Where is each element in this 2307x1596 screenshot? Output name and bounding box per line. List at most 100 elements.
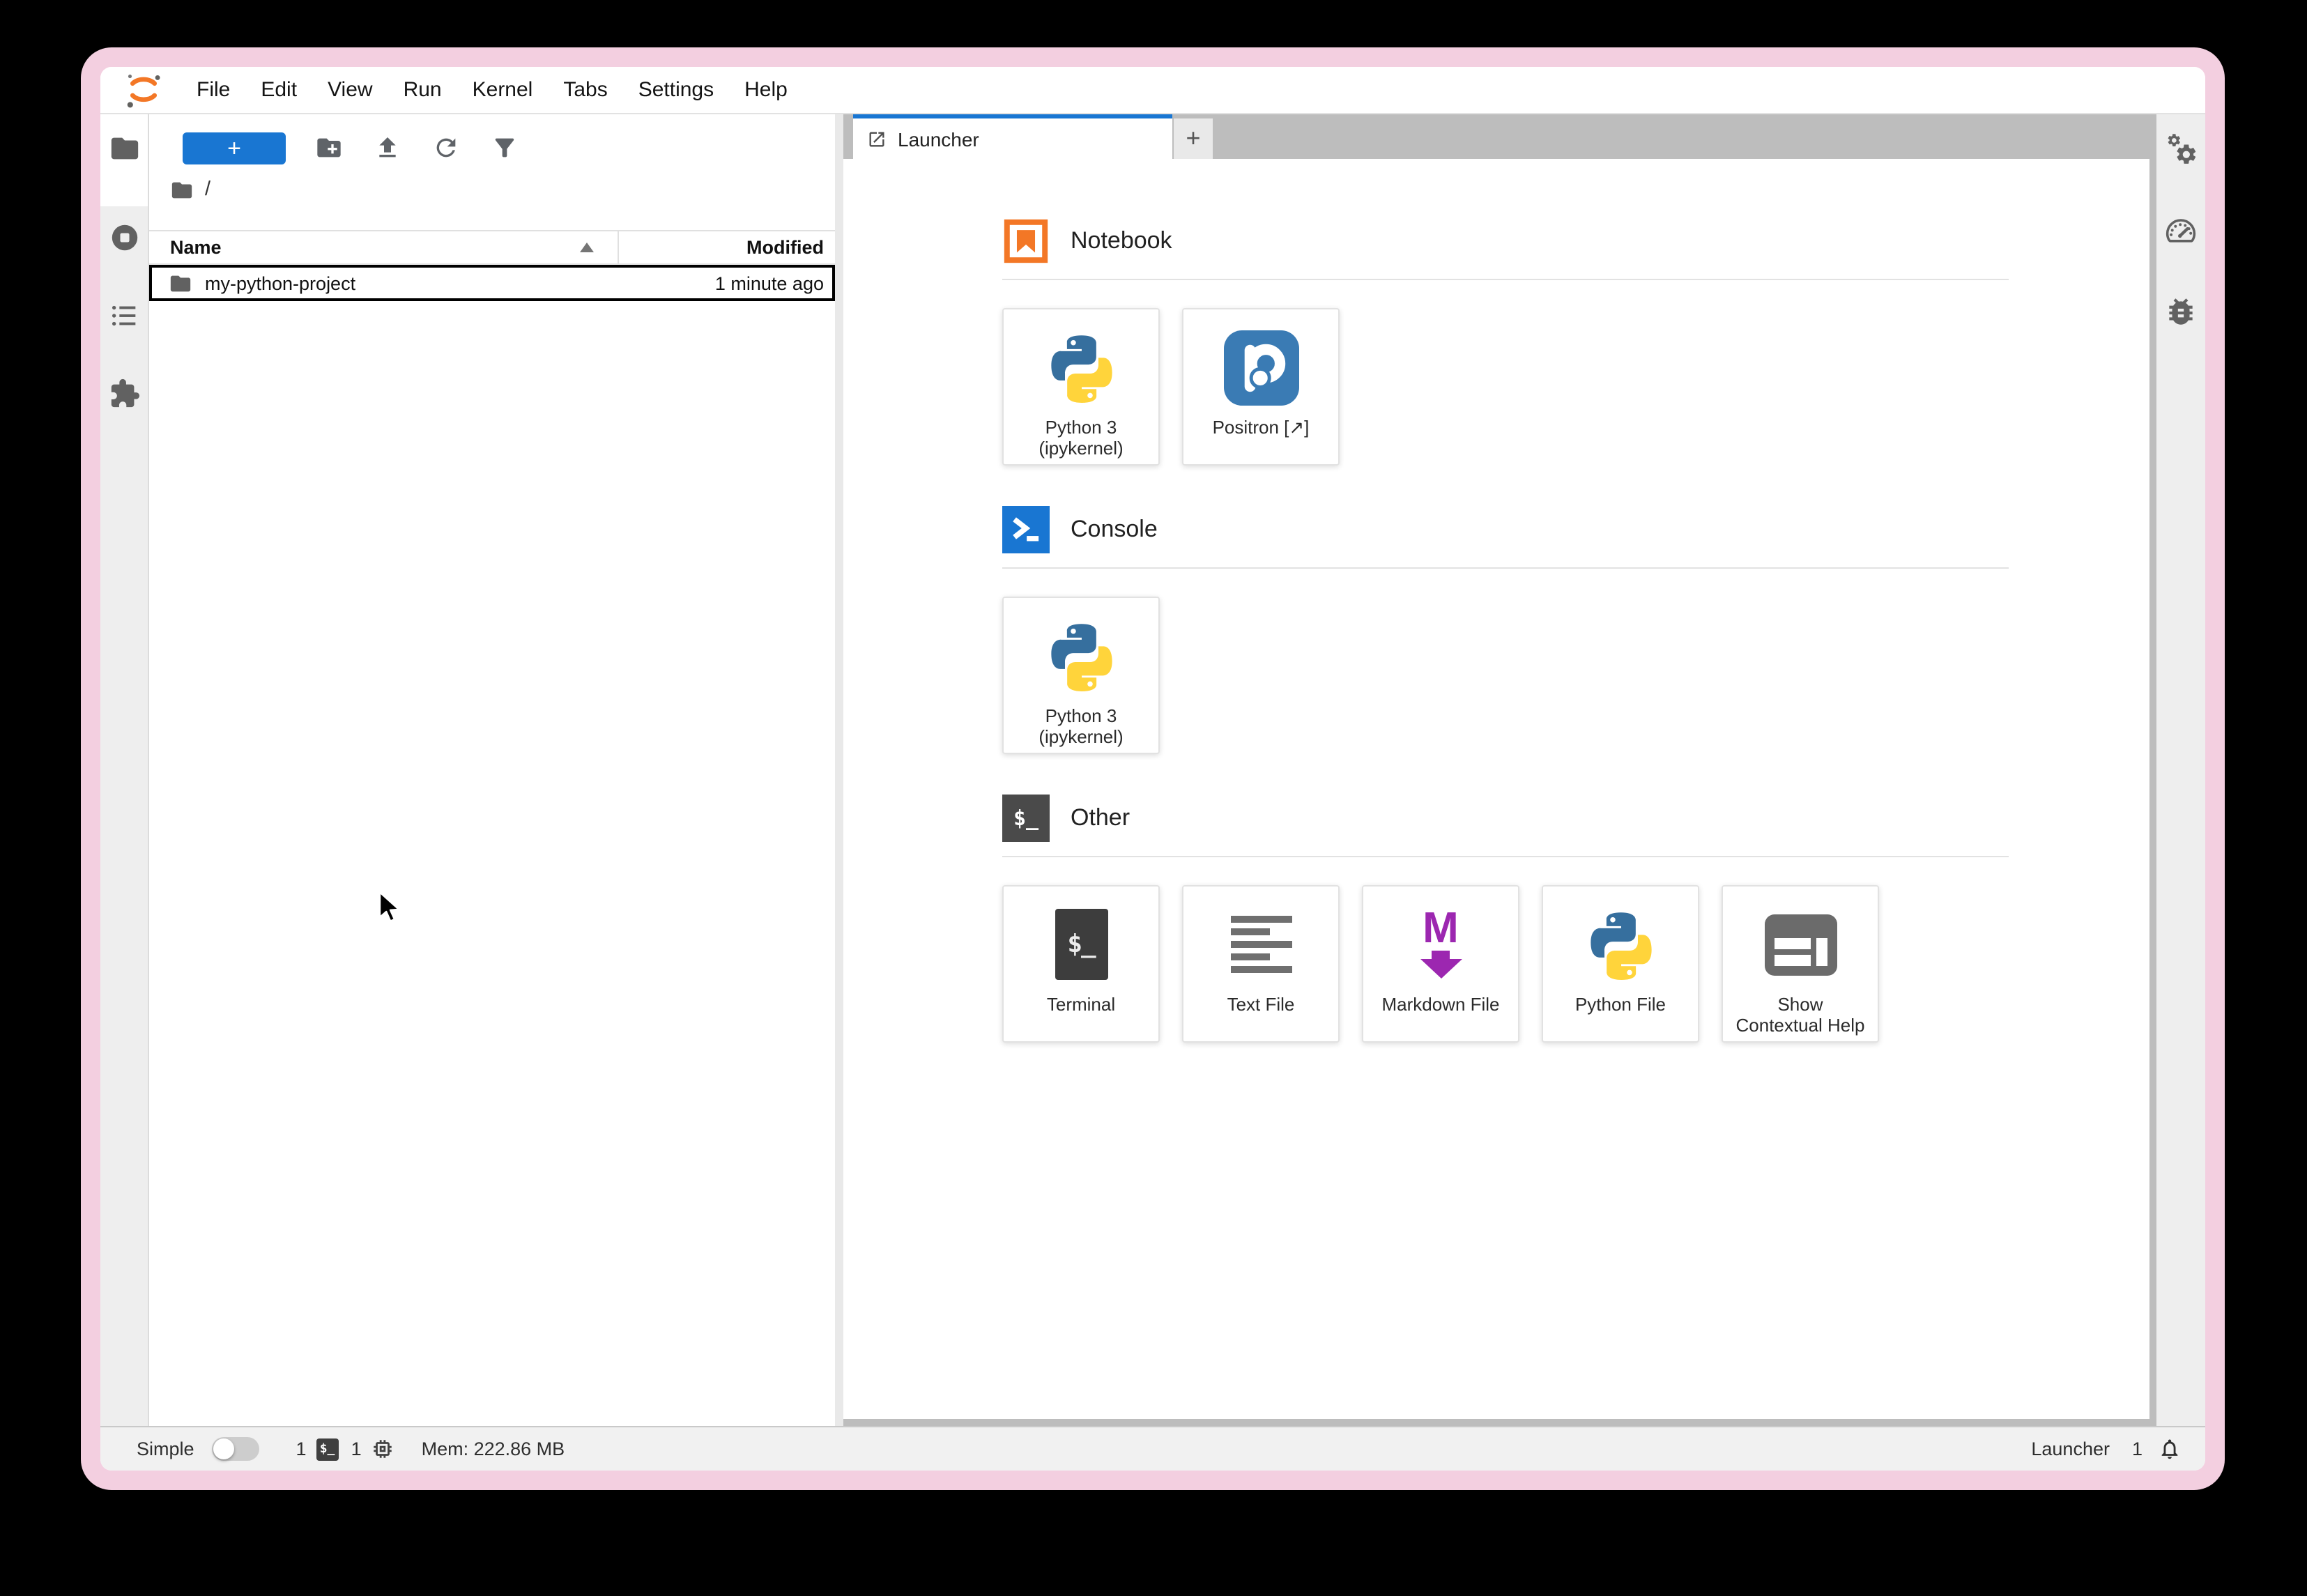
notification-count[interactable]: 1 [2132,1438,2143,1459]
launcher-icon [867,129,887,148]
card-row: Python 3 (ipykernel) [1002,308,2009,466]
text-file-icon [1230,905,1292,984]
file-row-my-python-project[interactable]: my-python-project 1 minute ago [149,265,835,301]
card-label: Text File [1227,994,1295,1015]
python-icon [1043,328,1119,407]
launcher-card-text-file[interactable]: Text File [1182,885,1340,1043]
left-activity-bar [100,114,149,1426]
card-label: Python File [1575,994,1666,1015]
terminal-icon: $_ [1002,795,1050,842]
column-header-name[interactable]: Name [149,231,619,263]
tab-bar: Launcher + [843,114,2149,159]
markdown-icon: M [1420,905,1462,984]
property-inspector-gears-icon[interactable] [2163,132,2198,167]
bell-icon[interactable] [2158,1437,2182,1461]
launcher-card-python3-console[interactable]: Python 3 (ipykernel) [1002,597,1160,754]
terminal-count[interactable]: 1 [296,1438,307,1459]
section-header: Notebook [1002,217,2009,280]
section-title: Notebook [1071,227,1172,255]
card-label: Positron [↗] [1213,417,1310,438]
contextual-help-icon [1764,905,1837,984]
card-label: Terminal [1047,994,1115,1015]
python-icon [1583,905,1658,984]
sidebar-tab-file-browser[interactable] [100,114,148,206]
file-browser-panel: + / Name [149,114,835,1426]
toggle-knob [214,1438,235,1459]
table-of-contents-icon[interactable] [108,300,140,332]
card-label: Show Contextual Help [1736,994,1865,1036]
add-tab-button[interactable]: + [1174,118,1213,159]
file-list-header: Name Modified [149,230,835,265]
menu-file[interactable]: File [181,78,245,102]
section-title: Other [1071,804,1130,832]
filter-icon[interactable] [491,134,519,162]
extensions-puzzle-icon[interactable] [108,378,140,410]
launcher-body: Notebook Python 3 (ipykernel) [843,159,2149,1419]
card-row: Python 3 (ipykernel) [1002,597,2009,754]
new-folder-icon[interactable] [315,134,343,162]
memory-usage: Mem: 222.86 MB [422,1438,565,1459]
screen: File Edit View Run Kernel Tabs Settings … [0,0,2307,1596]
menu-view[interactable]: View [312,78,388,102]
jupyter-logo-icon [118,69,169,111]
python-icon [1043,616,1119,696]
mouse-cursor [378,891,401,924]
launcher-section-console: Console Python 3 (ipykernel) [1002,506,2009,754]
launcher-card-python-file[interactable]: Python File [1542,885,1699,1043]
breadcrumb[interactable]: / [149,169,835,210]
menu-edit[interactable]: Edit [245,78,312,102]
folder-icon [108,132,140,164]
launcher-card-positron[interactable]: Positron [↗] [1182,308,1340,466]
status-bar: Simple 1 $_ 1 Mem: 222.86 MB Launcher 1 [100,1426,2205,1471]
card-label: Markdown File [1381,994,1499,1015]
refresh-icon[interactable] [432,134,460,162]
section-header: $_ Other [1002,795,2009,857]
panel-splitter[interactable] [835,114,843,1426]
running-kernels-icon [108,222,140,254]
upload-icon[interactable] [374,134,401,162]
card-row: $_ Terminal Text File [1002,885,2009,1043]
menu-run[interactable]: Run [388,78,457,102]
launcher-card-markdown-file[interactable]: M Markdown File [1362,885,1519,1043]
menu-tabs[interactable]: Tabs [548,78,622,102]
launcher-card-terminal[interactable]: $_ Terminal [1002,885,1160,1043]
tab-label: Launcher [898,128,979,150]
active-panel-label: Launcher [2031,1438,2110,1459]
menu-kernel[interactable]: Kernel [457,78,549,102]
menu-settings[interactable]: Settings [623,78,729,102]
menu-help[interactable]: Help [729,78,803,102]
simple-mode-label: Simple [137,1438,194,1459]
breadcrumb-root[interactable]: / [205,178,210,201]
app-window: File Edit View Run Kernel Tabs Settings … [81,47,2225,1490]
right-activity-bar [2156,114,2205,1426]
section-header: Console [1002,506,2009,569]
folder-icon [169,271,192,295]
status-left: Simple 1 $_ 1 Mem: 222.86 MB [137,1437,565,1461]
left-activity-rest [108,206,140,456]
column-header-modified[interactable]: Modified [619,231,835,263]
dock-panel: Launcher + Notebook [843,114,2156,1426]
simple-mode-toggle[interactable] [213,1437,260,1461]
terminal-icon: $_ [1055,905,1107,984]
tab-launcher[interactable]: Launcher [853,114,1172,159]
launcher-card-contextual-help[interactable]: Show Contextual Help [1722,885,1879,1043]
debugger-bug-icon[interactable] [2163,294,2198,329]
card-label: Python 3 (ipykernel) [1038,705,1123,748]
launcher-section-notebook: Notebook Python 3 (ipykernel) [1002,217,2009,466]
new-launcher-button[interactable]: + [183,132,286,164]
file-browser-toolbar: + [149,127,835,169]
notebook-icon [1002,217,1050,265]
cpu-chip-icon [371,1437,395,1461]
file-modified: 1 minute ago [715,273,832,293]
section-title: Console [1071,516,1158,544]
kernel-count[interactable]: 1 [351,1438,362,1459]
dashboard-gauge-icon[interactable] [2163,213,2198,248]
launcher-card-python3-notebook[interactable]: Python 3 (ipykernel) [1002,308,1160,466]
column-modified-label: Modified [746,237,824,258]
status-right: Launcher 1 [2031,1437,2182,1461]
sidebar-tab-running-kernels[interactable] [108,222,140,254]
console-icon [1002,506,1050,553]
sort-ascending-icon [580,243,594,252]
folder-icon [170,178,194,201]
column-name-label: Name [170,237,222,258]
